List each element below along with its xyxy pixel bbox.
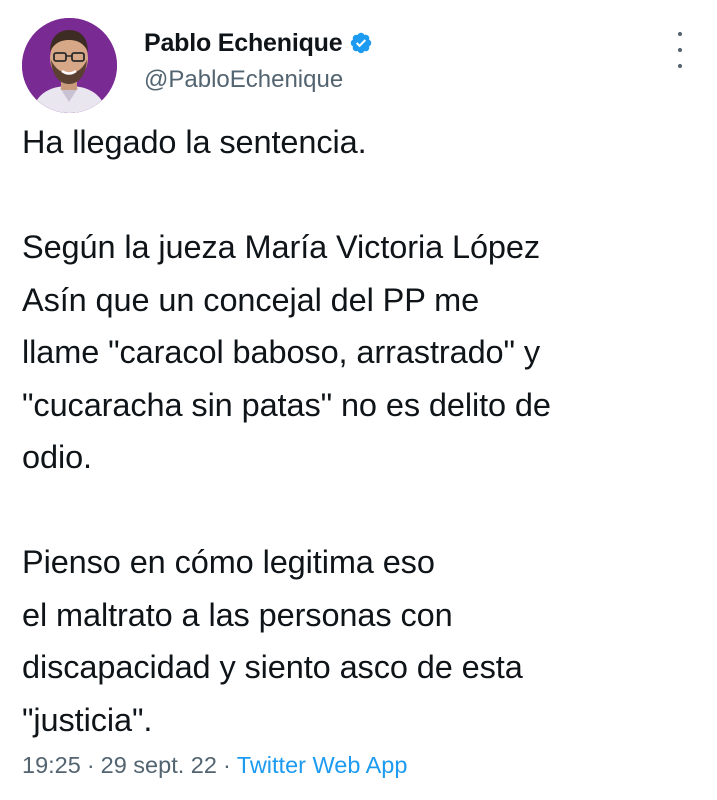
more-vertical-icon[interactable]	[670, 32, 690, 68]
tweet-paragraph: Según la jueza María Victoria López Asín…	[22, 221, 702, 484]
tweet-text: Ha llegado la sentencia. Según la jueza …	[22, 116, 702, 746]
tweet-source-link[interactable]: Twitter Web App	[237, 752, 408, 778]
tweet-card: Pablo Echenique @PabloEchenique Ha llega…	[0, 0, 717, 800]
display-name-row: Pablo Echenique	[144, 26, 373, 60]
tweet-line: Asín que un concejal del PP me	[22, 281, 480, 318]
avatar[interactable]	[22, 18, 117, 113]
tweet-paragraph: Pienso en cómo legitima eso el maltrato …	[22, 536, 702, 746]
tweet-line: llame "caracol baboso, arrastrado" y	[22, 334, 541, 370]
display-name[interactable]: Pablo Echenique	[144, 29, 343, 58]
tweet-paragraph: Ha llegado la sentencia.	[22, 116, 702, 169]
more-dot	[678, 48, 682, 52]
tweet-meta: 19:25 · 29 sept. 22 · Twitter Web App	[22, 752, 407, 779]
verified-badge-icon[interactable]	[349, 31, 373, 55]
tweet-line: "cucaracha sin patas" no es delito de	[22, 386, 551, 423]
tweet-line: Ha llegado la sentencia.	[22, 124, 367, 160]
meta-separator: ·	[222, 752, 231, 778]
more-dot	[678, 64, 682, 68]
tweet-line: "justicia".	[22, 701, 153, 738]
tweet-line: odio.	[22, 439, 92, 475]
tweet-date[interactable]: 29 sept. 22	[101, 752, 217, 778]
tweet-line: discapacidad y siento asco de esta	[22, 649, 523, 685]
more-dot	[678, 32, 682, 36]
author-info: Pablo Echenique @PabloEchenique	[144, 26, 373, 94]
tweet-line: Pienso en cómo legitima eso	[22, 544, 435, 580]
avatar-photo	[22, 18, 117, 113]
tweet-line: el maltrato a las personas con	[22, 596, 453, 633]
tweet-header: Pablo Echenique @PabloEchenique	[22, 18, 702, 114]
meta-separator: ·	[86, 752, 95, 778]
tweet-time[interactable]: 19:25	[22, 752, 81, 778]
author-handle[interactable]: @PabloEchenique	[144, 66, 373, 94]
tweet-line: Según la jueza María Victoria López	[22, 229, 541, 265]
